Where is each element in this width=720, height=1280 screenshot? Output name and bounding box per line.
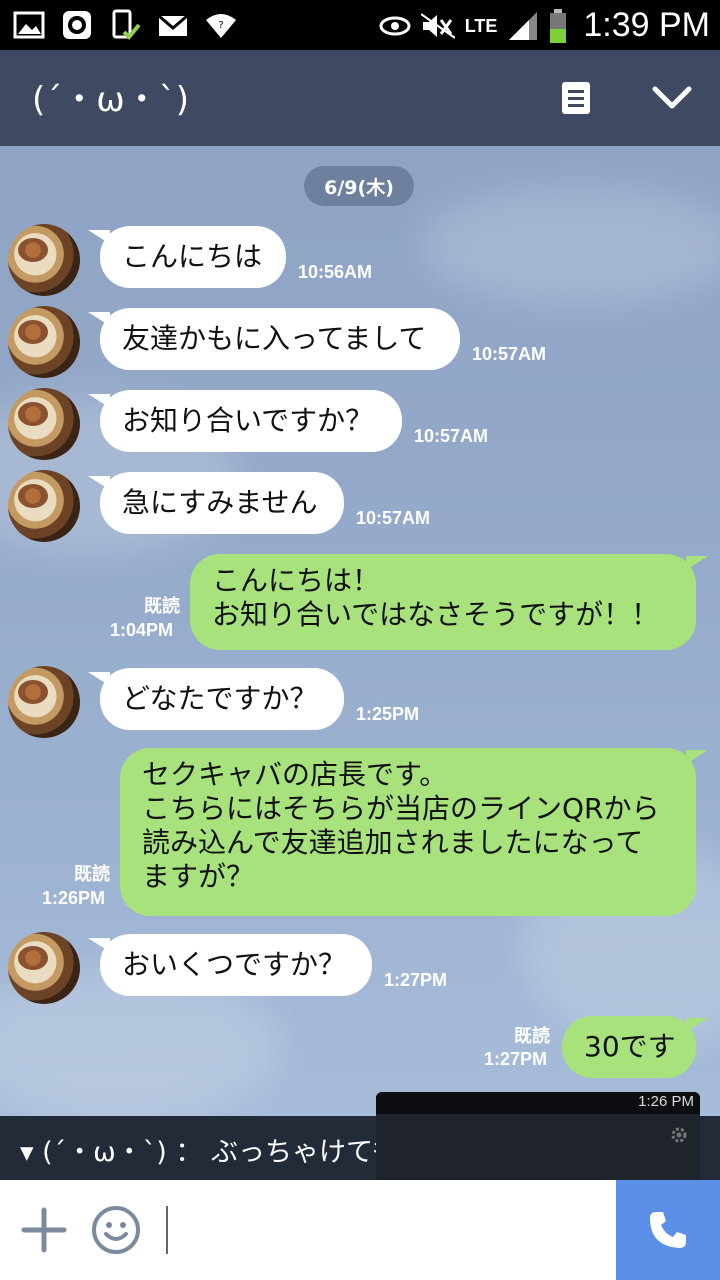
bubble-tail (686, 750, 708, 764)
plus-icon[interactable] (20, 1206, 68, 1254)
message-time: 1:25PM (356, 704, 420, 724)
status-bar: ? LTE 1:39 PM (0, 0, 720, 50)
avatar[interactable] (8, 666, 80, 738)
eye-icon (379, 16, 411, 35)
message-bubble[interactable]: こんにちは (100, 226, 286, 288)
message-bubble[interactable]: おいくつですか？ (100, 934, 372, 996)
gear-icon (671, 1127, 687, 1143)
message-bubble[interactable]: 急にすみません (100, 472, 344, 534)
notes-button[interactable] (554, 76, 598, 120)
message-line: お知り合いではなさそうですが！！ (212, 598, 660, 631)
battery-icon (550, 8, 567, 43)
bubble-tail (686, 1018, 708, 1032)
phone-icon (650, 1212, 686, 1248)
read-receipt: 既読 (74, 864, 110, 885)
signal-icon (509, 11, 538, 40)
chat-title: (´・ω・`) (32, 80, 190, 120)
message-line: ますが？ (142, 860, 255, 893)
message-bubble[interactable]: お知り合いですか？ (100, 390, 402, 452)
message-time: 10:56AM (298, 262, 373, 282)
message-time: 10:57AM (356, 508, 431, 528)
bubble-tail (686, 556, 708, 570)
message-line: セクキャバの店長です。 (142, 758, 448, 791)
read-receipt: 既読 (514, 1026, 550, 1047)
chat-area[interactable]: 6/9(木) こんにちは 10:56AM 友達かもに入ってまして 10:57AM… (0, 146, 720, 1116)
mail-icon (158, 14, 188, 36)
svg-text:?: ? (218, 20, 223, 31)
message-bubble[interactable]: こんにちは！ お知り合いではなさそうですが！！ (190, 554, 696, 650)
input-bar (0, 1180, 720, 1280)
chevron-down-icon (652, 86, 692, 109)
avatar[interactable] (8, 932, 80, 1004)
clipboard-check-icon (112, 9, 141, 40)
wifi-icon: ? (206, 14, 236, 38)
message-input[interactable] (166, 1206, 168, 1254)
preview-status-bar: 1:26 PM (376, 1092, 700, 1114)
avatar[interactable] (8, 306, 80, 378)
message-time: 10:57AM (472, 344, 547, 364)
message-time: 1:04PM (110, 620, 174, 640)
menu-toggle-button[interactable] (650, 76, 694, 120)
emoji-icon[interactable] (90, 1204, 142, 1256)
gallery-icon (13, 11, 45, 39)
message-line: こちらにはそちらが当店のラインQRから (142, 792, 660, 825)
message-line: こんにちは！ (212, 564, 381, 597)
message-bubble[interactable]: 友達かもに入ってまして (100, 308, 460, 370)
message-bubble[interactable]: セクキャバの店長です。 こちらにはそちらが当店のラインQRから 読み込んで友達追… (120, 748, 696, 916)
mute-icon (420, 12, 455, 39)
message-time: 1:26PM (42, 888, 106, 908)
message-bubble[interactable]: 30です (562, 1016, 696, 1078)
line-app-icon (63, 11, 91, 39)
message-time: 10:57AM (414, 426, 489, 446)
message-time: 1:27PM (484, 1049, 548, 1069)
message-bubble[interactable]: どなたですか？ (100, 668, 344, 730)
read-receipt: 既読 (144, 596, 180, 617)
chat-header: (´・ω・`) (0, 50, 720, 146)
network-type: LTE (464, 15, 498, 36)
call-button[interactable] (616, 1180, 720, 1280)
message-time: 1:27PM (384, 970, 448, 990)
message-line: 読み込んで友達追加されましたになって (142, 826, 644, 859)
date-separator: 6/9(木) (304, 166, 414, 206)
screenshot-preview[interactable]: 1:26 PM (376, 1092, 700, 1180)
avatar[interactable] (8, 470, 80, 542)
clock: 1:39 PM (583, 6, 710, 44)
avatar[interactable] (8, 388, 80, 460)
avatar[interactable] (8, 224, 80, 296)
notes-icon (562, 82, 590, 114)
preview-time: 1:26 PM (638, 1093, 694, 1110)
background-cloud (420, 186, 720, 306)
